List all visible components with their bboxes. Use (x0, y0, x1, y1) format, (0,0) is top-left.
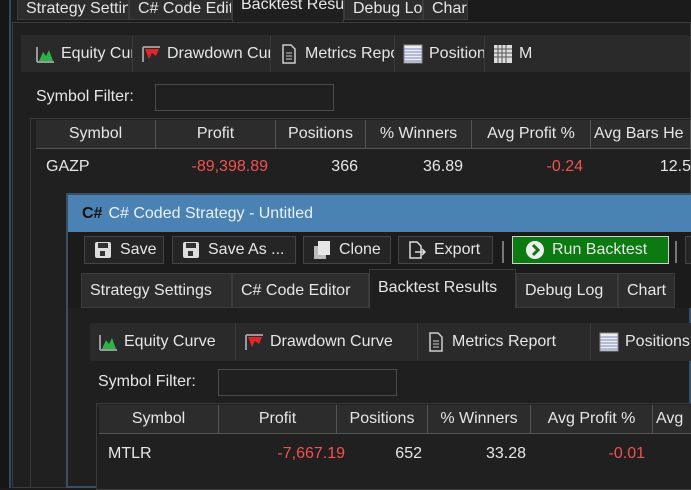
subtab-label: M (519, 45, 533, 62)
cell-positions[interactable]: 366 (276, 158, 358, 176)
cell-positions[interactable]: 652 (337, 445, 422, 463)
subtab-label: Drawdown Curve (270, 332, 393, 350)
column-header-positions[interactable]: Positions (337, 405, 428, 434)
clone-label: Clone (339, 241, 381, 258)
symbol-filter-label: Symbol Filter: (36, 88, 134, 105)
column-header-avg-bars[interactable]: Avg Bars He (591, 120, 691, 149)
subtab-label: Equity Curve (124, 332, 216, 350)
toolbar-overflow-button[interactable] (685, 236, 691, 264)
column-header-avg-profit[interactable]: Avg Profit % (472, 120, 591, 149)
save-label: Save (120, 241, 157, 258)
export-button[interactable]: Export (398, 236, 493, 264)
document-icon (279, 44, 299, 64)
tab-strategy-settings[interactable]: Strategy Settings (17, 0, 129, 20)
save-as-button[interactable]: Save As ... (172, 236, 296, 264)
tab-backtest-results[interactable]: Backtest Results (232, 0, 344, 23)
subtab-metrics-report[interactable]: Metrics Report (271, 36, 395, 72)
title-bar[interactable]: C# C# Coded Strategy - Untitled (68, 195, 691, 232)
drawdown-curve-icon (244, 332, 264, 352)
tab-debug-log[interactable]: Debug Log (344, 0, 423, 20)
subtab-label: Metrics Report (305, 45, 394, 62)
subtab-positions[interactable]: Positions (591, 323, 691, 360)
document-icon (426, 331, 446, 352)
equity-curve-icon (35, 44, 55, 64)
table-icon (403, 44, 423, 64)
toolbar: Save Save As ... Clone Export Run Backte… (68, 232, 691, 268)
save-icon (93, 240, 113, 260)
cell-avg-profit[interactable]: -0.01 (531, 445, 645, 463)
tab-chart[interactable]: Chart (618, 273, 675, 308)
cell-winners[interactable]: 33.28 (428, 445, 526, 463)
subtab-label: Drawdown Curve (167, 45, 270, 62)
column-header-winners[interactable]: % Winners (428, 405, 531, 434)
subtab-label: Equity Curve (61, 45, 132, 62)
column-header-profit[interactable]: Profit (219, 405, 337, 434)
symbol-filter-input[interactable] (218, 369, 397, 396)
tab-code-editor[interactable]: C# Code Editor (129, 0, 232, 20)
cell-avg-profit[interactable]: -0.24 (472, 158, 583, 176)
run-icon (525, 240, 545, 260)
subtab-drawdown-curve[interactable]: Drawdown Curve (133, 36, 271, 72)
run-backtest-label: Run Backtest (552, 241, 648, 258)
table-icon (599, 332, 619, 352)
subtab-equity-curve[interactable]: Equity Curve (27, 36, 133, 72)
csharp-icon: C# (82, 204, 103, 222)
tab-strategy-settings[interactable]: Strategy Settings (81, 273, 232, 308)
save-as-icon (181, 240, 201, 260)
subtab-equity-curve[interactable]: Equity Curve (90, 323, 236, 360)
tab-debug-log[interactable]: Debug Log (516, 273, 618, 308)
cell-symbol[interactable]: GAZP (46, 158, 90, 176)
column-header-winners[interactable]: % Winners (366, 120, 472, 149)
grid-icon (493, 44, 513, 64)
subtab-metrics-report[interactable]: Metrics Report (418, 323, 591, 360)
export-icon (407, 240, 427, 260)
column-header-symbol[interactable]: Symbol (99, 405, 219, 434)
toolbar-separator (502, 241, 504, 263)
save-as-label: Save As ... (208, 241, 285, 258)
subtab-more[interactable]: M (485, 36, 691, 72)
column-header-avg-profit[interactable]: Avg Profit % (531, 405, 653, 434)
clone-icon (312, 240, 332, 260)
toolbar-separator (675, 241, 677, 263)
equity-curve-icon (98, 332, 118, 352)
tab-code-editor[interactable]: C# Code Editor (232, 273, 369, 308)
column-header-avg[interactable]: Avg (653, 405, 691, 434)
subtab-drawdown-curve[interactable]: Drawdown Curve (236, 323, 418, 360)
export-label: Export (434, 241, 481, 258)
cell-winners[interactable]: 36.89 (366, 158, 463, 176)
column-header-symbol[interactable]: Symbol (36, 120, 156, 149)
symbol-filter-label: Symbol Filter: (98, 373, 196, 390)
subtab-positions[interactable]: Positions (395, 36, 485, 72)
cell-profit[interactable]: -7,667.19 (219, 445, 345, 463)
clone-button[interactable]: Clone (303, 236, 391, 264)
save-button[interactable]: Save (84, 236, 164, 264)
window-title: C# Coded Strategy - Untitled (108, 204, 313, 222)
front-window: C# C# Coded Strategy - Untitled Save Sav… (66, 193, 691, 490)
symbol-filter-input[interactable] (155, 84, 334, 111)
left-edge (0, 0, 11, 488)
cell-avg-bars[interactable]: 12.5 (591, 158, 691, 176)
column-header-positions[interactable]: Positions (276, 120, 366, 149)
column-header-profit[interactable]: Profit (156, 120, 276, 149)
subtab-label: Metrics Report (452, 332, 557, 350)
cell-profit[interactable]: -89,398.89 (156, 158, 268, 176)
tab-backtest-results[interactable]: Backtest Results (369, 269, 516, 309)
run-backtest-button[interactable]: Run Backtest (512, 236, 669, 264)
cell-symbol[interactable]: MTLR (108, 445, 152, 463)
subtab-label: Positions (625, 332, 690, 350)
tab-chart[interactable]: Chart (423, 0, 468, 20)
subtab-label: Positions (429, 45, 484, 62)
drawdown-curve-icon (141, 44, 161, 64)
